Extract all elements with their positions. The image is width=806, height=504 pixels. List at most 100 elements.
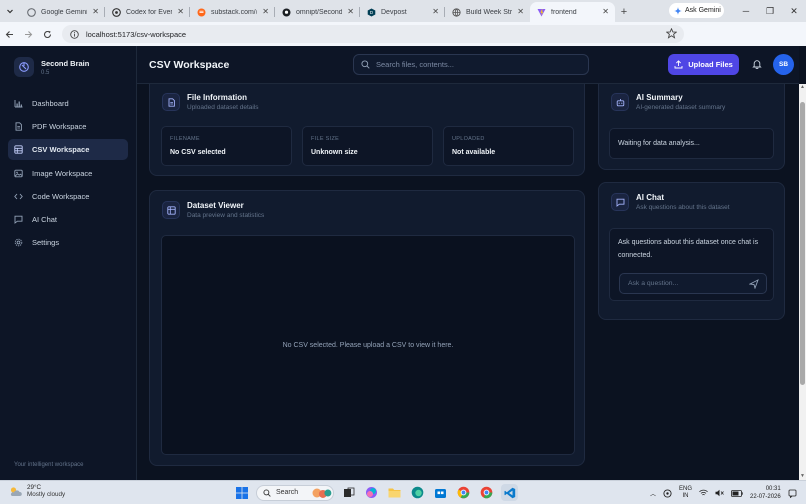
tab-label: substack.com/@	[211, 8, 257, 16]
site-info-icon[interactable]	[70, 29, 79, 39]
forward-arrow-icon[interactable]	[19, 22, 38, 46]
card-title: Dataset Viewer	[187, 201, 244, 210]
field-value: Not available	[452, 149, 496, 156]
store-icon[interactable]	[432, 484, 449, 501]
search-input[interactable]: Search files, contents...	[353, 54, 589, 75]
devpost-icon: D	[367, 8, 376, 17]
app-header: CSV Workspace Search files, contents... …	[137, 46, 799, 84]
send-icon[interactable]	[749, 279, 759, 289]
clock[interactable]: 00:31 22-07-2026	[750, 485, 781, 501]
weather-widget[interactable]: 29°C Mostly cloudy	[9, 484, 65, 498]
browser-tab-build-week[interactable]: Build Week Strat ✕	[445, 2, 530, 22]
back-arrow-icon[interactable]	[0, 22, 19, 46]
windows-start-icon[interactable]	[233, 484, 250, 501]
brand[interactable]: Second Brain 0.5	[14, 57, 89, 77]
taskbar-search[interactable]: Search	[256, 484, 334, 501]
bell-icon[interactable]	[749, 56, 765, 72]
ai-chat-card: AI Chat Ask questions about this dataset…	[598, 182, 785, 320]
field-label: FILENAME	[170, 136, 200, 142]
sidebar-item-image-workspace[interactable]: Image Workspace	[8, 163, 128, 184]
sidebar-item-label: AI Chat	[32, 214, 58, 224]
card-subtitle: AI-generated dataset summary	[636, 104, 726, 111]
chat-input[interactable]: Ask a question...	[619, 273, 767, 294]
bookmark-star-icon[interactable]	[666, 28, 677, 39]
tab-label: Codex for Everyo	[126, 8, 172, 16]
minimize-icon[interactable]: ─	[734, 0, 758, 22]
system-tray: ︿ ENG IN 00:31 22-07-2026	[650, 485, 797, 501]
language-code: ENG	[679, 486, 693, 492]
close-tab-icon[interactable]: ✕	[177, 8, 184, 16]
tray-overflow-icon[interactable]: ︿	[650, 489, 656, 498]
volume-icon[interactable]	[715, 489, 724, 497]
wifi-icon[interactable]	[699, 489, 708, 497]
close-tab-icon[interactable]: ✕	[602, 8, 609, 16]
browser-tab-frontend[interactable]: frontend ✕	[530, 2, 615, 22]
scroll-thumb[interactable]	[800, 102, 805, 385]
sidebar-item-csv-workspace[interactable]: CSV Workspace	[8, 139, 128, 161]
browser-tab-github[interactable]: omnipt/SecondB ✕	[275, 2, 360, 22]
chat-input-placeholder: Ask a question...	[628, 280, 679, 287]
chrome-profile-icon[interactable]	[478, 484, 495, 501]
task-view-icon[interactable]	[340, 484, 357, 501]
tab-label: frontend	[551, 8, 577, 16]
restore-icon[interactable]: ❐	[758, 0, 782, 22]
chat-icon	[14, 215, 23, 224]
taskbar-apps: Search	[233, 484, 518, 501]
sidebar-item-label: Settings	[32, 238, 60, 248]
close-tab-icon[interactable]: ✕	[92, 8, 99, 16]
network-status-icon[interactable]	[663, 488, 672, 498]
page-scrollbar[interactable]: ▲ ▼	[799, 84, 806, 480]
file-explorer-icon[interactable]	[386, 484, 403, 501]
notifications-icon[interactable]	[788, 489, 797, 498]
tab-label: Devpost	[381, 8, 407, 16]
sidebar-item-dashboard[interactable]: Dashboard	[8, 93, 128, 114]
vscode-icon[interactable]	[501, 484, 518, 501]
card-title: AI Chat	[636, 193, 664, 202]
sidebar-item-settings[interactable]: Settings	[8, 232, 128, 253]
sidebar-item-code-workspace[interactable]: Code Workspace	[8, 186, 128, 207]
language-indicator[interactable]: ENG IN	[679, 486, 692, 500]
field-value: No CSV selected	[170, 149, 226, 156]
sidebar-item-pdf-workspace[interactable]: PDF Workspace	[8, 116, 128, 137]
uploaded-field: UPLOADED Not available	[443, 126, 574, 166]
reload-icon[interactable]	[38, 22, 57, 46]
close-tab-icon[interactable]: ✕	[432, 8, 439, 16]
edge-browser-icon[interactable]	[409, 484, 426, 501]
browser-tab-gemini[interactable]: Google Gemini S ✕	[20, 2, 105, 22]
chat-icon	[611, 193, 629, 211]
empty-state-message: No CSV selected. Please upload a CSV to …	[282, 341, 454, 349]
close-window-icon[interactable]: ✕	[782, 0, 806, 22]
sidebar-nav: Dashboard PDF Workspace CSV Workspace Im…	[8, 93, 128, 255]
close-tab-icon[interactable]: ✕	[517, 8, 524, 16]
clock-date: 22-07-2026	[750, 494, 781, 500]
tab-label: Google Gemini S	[41, 8, 88, 16]
url-bar[interactable]: localhost:5173/csv-workspace	[62, 25, 684, 43]
scroll-up-icon[interactable]: ▲	[799, 84, 806, 91]
browser-tab-substack[interactable]: substack.com/@ ✕	[190, 2, 275, 22]
upload-files-button[interactable]: Upload Files	[668, 54, 739, 75]
sidebar-item-label: Code Workspace	[32, 191, 90, 201]
github-icon	[282, 8, 291, 17]
search-icon	[263, 488, 271, 497]
summary-status: Waiting for data analysis...	[609, 128, 774, 159]
scroll-down-icon[interactable]: ▼	[799, 473, 806, 480]
close-tab-icon[interactable]: ✕	[262, 8, 269, 16]
window-controls: ─ ❐ ✕	[734, 0, 806, 22]
search-placeholder: Search files, contents...	[376, 60, 454, 69]
sidebar-item-ai-chat[interactable]: AI Chat	[8, 209, 128, 230]
substack-icon	[197, 8, 206, 17]
copilot-icon[interactable]	[363, 484, 380, 501]
bar-chart-icon	[14, 99, 23, 108]
new-tab-button[interactable]: +	[615, 2, 633, 22]
tab-search-chevron-icon[interactable]	[0, 0, 20, 22]
ask-gemini-button[interactable]: Ask Gemini	[669, 3, 724, 18]
close-tab-icon[interactable]: ✕	[347, 8, 354, 16]
dataset-viewer-card: Dataset Viewer Data preview and statisti…	[149, 190, 585, 466]
search-highlight-icon	[312, 488, 332, 498]
battery-icon[interactable]	[731, 489, 743, 497]
avatar[interactable]: SB	[773, 54, 794, 75]
browser-tab-codex[interactable]: Codex for Everyo ✕	[105, 2, 190, 22]
browser-tab-devpost[interactable]: D Devpost ✕	[360, 2, 445, 22]
vite-icon	[537, 8, 546, 17]
chrome-icon[interactable]	[455, 484, 472, 501]
